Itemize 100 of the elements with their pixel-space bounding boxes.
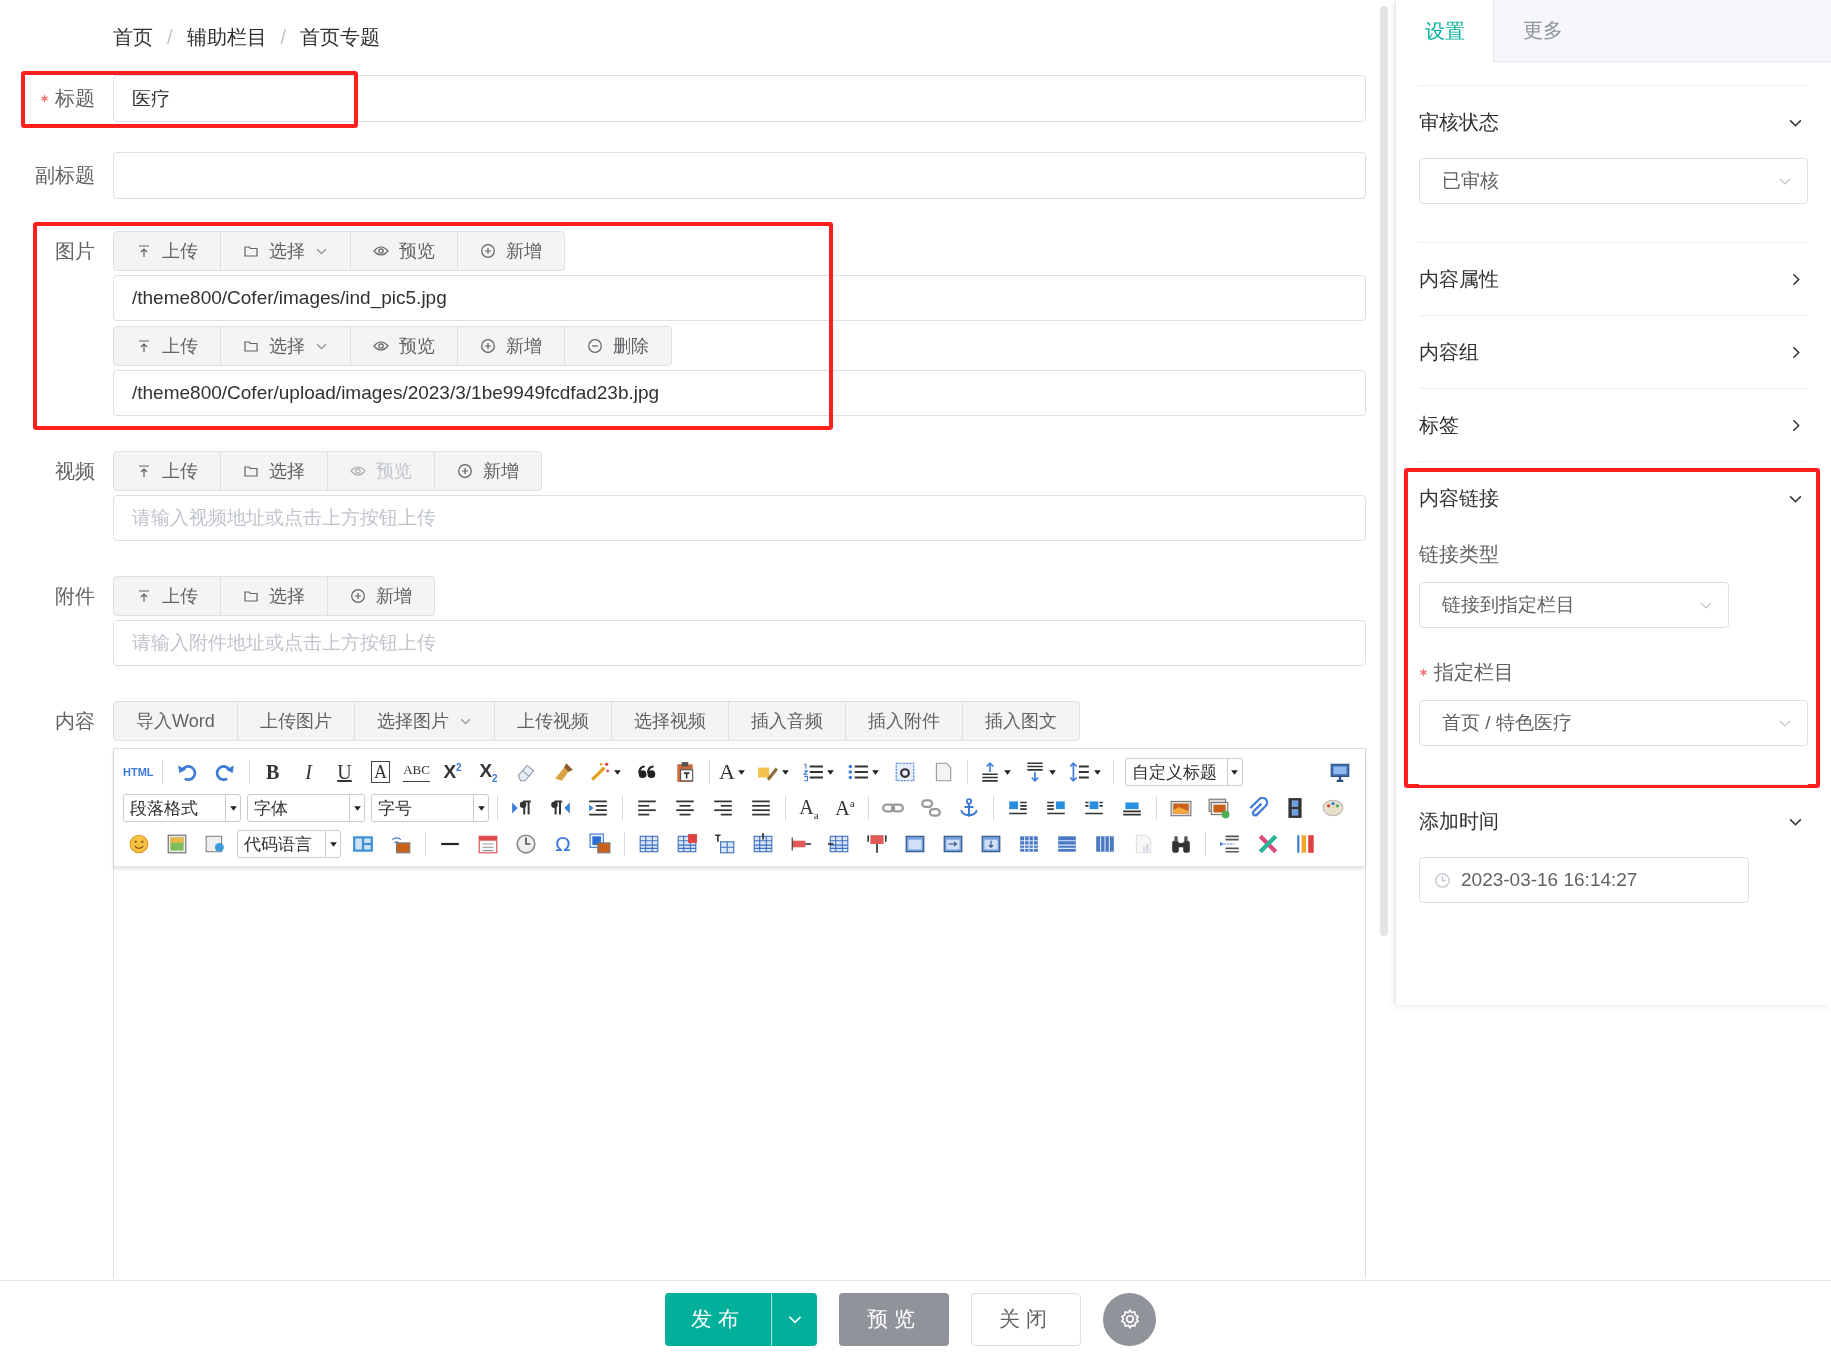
delete-button[interactable]: 删除 (564, 326, 672, 366)
bold-button[interactable]: B (254, 757, 291, 787)
text-field[interactable]: 医疗 (113, 75, 1366, 122)
editor-action-button[interactable]: 上传视频 (493, 701, 612, 741)
upload-button[interactable]: 上传 (113, 326, 221, 366)
source-button[interactable]: HTML (120, 757, 157, 787)
settings-button[interactable] (1103, 1292, 1156, 1346)
section-header[interactable]: 内容属性 (1419, 243, 1808, 315)
strikethrough-button[interactable]: ABC (398, 757, 435, 787)
editor-action-button[interactable]: 插入图文 (961, 701, 1080, 741)
select-field[interactable]: 首页 / 特色医疗 (1419, 700, 1808, 746)
broken-link-icon[interactable] (920, 797, 942, 819)
select-button[interactable]: 选择 (220, 231, 351, 271)
underline-button[interactable]: U (326, 757, 363, 787)
superscript-button[interactable]: X$^{2}$ (434, 757, 471, 787)
date-time-field[interactable]: 2023-03-16 16:14:27 (1419, 857, 1749, 903)
monitor-icon[interactable] (1329, 761, 1351, 783)
text-field[interactable] (113, 152, 1366, 199)
table-icon[interactable] (1094, 833, 1116, 855)
insert-column-icon[interactable] (828, 833, 850, 855)
layout-icon[interactable] (352, 833, 374, 855)
split-cell-icon[interactable] (866, 833, 888, 855)
path-field[interactable]: 请输入视频地址或点击上方按钮上传 (113, 495, 1366, 541)
editor-action-button[interactable]: 选择图片 (353, 701, 495, 741)
table-icon[interactable] (1018, 833, 1040, 855)
table-icon[interactable] (942, 833, 964, 855)
path-field[interactable]: /theme800/Cofer/images/ind_pic5.jpg (113, 275, 1366, 321)
section-header[interactable]: 内容链接 (1419, 462, 1808, 534)
folder-icon (243, 338, 259, 354)
binoculars-icon[interactable] (1170, 833, 1192, 855)
dotted-box-icon[interactable] (893, 761, 916, 783)
italic-button[interactable]: I (290, 757, 327, 787)
toolbar-select[interactable]: 段落格式 (123, 794, 241, 822)
smiley-icon[interactable] (128, 833, 150, 855)
preview-button[interactable]: 预览 (839, 1292, 949, 1346)
preview-button[interactable]: 预览 (350, 231, 458, 271)
section-header[interactable]: 添加时间 (1419, 785, 1808, 857)
upload-button[interactable]: 上传 (113, 231, 221, 271)
plus-circle-icon (350, 588, 366, 604)
table-icon[interactable] (1056, 833, 1078, 855)
brush-icon[interactable] (552, 761, 575, 783)
select-button[interactable]: 选择 (220, 451, 328, 491)
path-field[interactable]: /theme800/Cofer/upload/images/2023/3/1be9949fcdfad23b.jpg (113, 370, 1366, 416)
settings-icon (1118, 1308, 1141, 1330)
toolbar-select[interactable]: 字号 (371, 794, 489, 822)
dropdown-button[interactable] (771, 1292, 817, 1346)
path-field[interactable]: 请输入附件地址或点击上方按钮上传 (113, 620, 1366, 666)
table-caption-icon[interactable] (714, 833, 736, 855)
select-field[interactable]: 链接到指定栏目 (1419, 582, 1729, 628)
editor-action-button[interactable]: 插入附件 (844, 701, 963, 741)
preview-button[interactable]: 预览 (350, 326, 458, 366)
border-text-button[interactable]: A (362, 757, 399, 787)
add-button[interactable]: 新增 (457, 326, 565, 366)
add-button[interactable]: 新增 (327, 576, 435, 616)
upload-button[interactable]: 上传 (113, 451, 221, 491)
eye-icon (373, 243, 389, 259)
toolbar-select[interactable]: 代码语言 (237, 830, 341, 858)
rich-text-editor[interactable]: HTML B I U A ABC X$^{2}$ X$_{2}$ A 自定义标题 段落格式 字体 字号 A$_{a}$ A$^{a}$ 代码语言 Ω (113, 748, 1366, 1278)
toolbar-select[interactable]: 自定义标题 (1124, 758, 1243, 786)
close-button[interactable]: 关闭 (971, 1292, 1081, 1346)
section-header[interactable]: 审核状态 (1419, 86, 1808, 158)
page-break-icon[interactable] (1219, 833, 1241, 855)
font-size-down-button[interactable]: A$^{a}$ (827, 793, 863, 823)
anchor-icon[interactable] (958, 797, 980, 819)
editor-action-button[interactable]: 导入Word (113, 701, 238, 741)
select-field[interactable]: 已审核 (1419, 158, 1808, 204)
select-button[interactable]: 选择 (220, 576, 328, 616)
upload-icon (136, 243, 152, 259)
font-size-up-button[interactable]: A$_{a}$ (791, 793, 827, 823)
cross-icon[interactable] (1257, 833, 1279, 855)
word-image-icon[interactable] (589, 833, 611, 855)
subscript-button[interactable]: X$_{2}$ (470, 757, 507, 787)
clock-icon[interactable] (515, 833, 537, 855)
breadcrumb-link[interactable]: 首页 (113, 24, 153, 51)
palette-icon[interactable] (1322, 797, 1344, 819)
add-button[interactable]: 新增 (457, 231, 565, 271)
table-icon[interactable] (980, 833, 1002, 855)
editor-action-button[interactable]: 插入音频 (727, 701, 846, 741)
table-icon[interactable] (904, 833, 926, 855)
insert-row-icon[interactable] (752, 833, 774, 855)
delete-table-icon[interactable] (676, 833, 698, 855)
table-icon[interactable] (638, 833, 660, 855)
section-header[interactable]: 内容组 (1419, 316, 1808, 388)
breadcrumb-link[interactable]: 辅助栏目 (186, 24, 267, 51)
toolbar-select[interactable]: 字体 (247, 794, 365, 822)
caret-icon (825, 767, 835, 777)
calendar-icon[interactable] (477, 833, 499, 855)
add-button[interactable]: 新增 (434, 451, 542, 491)
font-color-button[interactable]: A (714, 757, 751, 787)
select-button[interactable]: 选择 (220, 326, 351, 366)
web-page-icon[interactable] (204, 833, 226, 855)
upload-button[interactable]: 上传 (113, 576, 221, 616)
editor-action-button[interactable]: 上传图片 (236, 701, 355, 741)
color-bars-icon[interactable] (1295, 833, 1317, 855)
section-header[interactable]: 标签 (1419, 389, 1808, 461)
special-character-button[interactable]: Ω (545, 829, 581, 859)
picture-icon[interactable] (166, 833, 188, 855)
editor-action-button[interactable]: 选择视频 (610, 701, 729, 741)
scrollbar[interactable] (1380, 6, 1388, 936)
images-icon[interactable] (1208, 797, 1230, 819)
